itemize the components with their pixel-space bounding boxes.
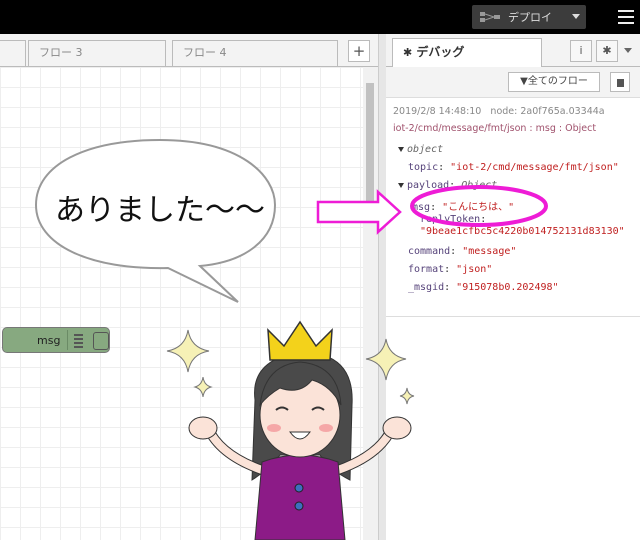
reply-value: "9beae1cfbc5c4220b014752131d83130" (420, 226, 625, 237)
command-key: command (408, 246, 451, 257)
speech-text: ありました～～ (55, 193, 265, 228)
topic-key: topic (408, 162, 439, 173)
debug-toolbar: ▼全てのフロー (386, 67, 640, 98)
tree-row-msgid: _msgid: "915078b0.202498" (408, 282, 559, 293)
topic-value: "iot-2/cmd/message/fmt/json" (450, 162, 619, 173)
tree-row-msg: msg: "こんにちは、" (412, 202, 515, 213)
chevron-down-icon[interactable] (624, 48, 632, 53)
debug-tab-button[interactable]: ✱ (596, 40, 618, 62)
trash-icon (617, 79, 624, 87)
msg-value: "こんにちは、" (442, 202, 515, 213)
hamburger-menu-icon[interactable] (618, 10, 634, 24)
payload-type: Object (461, 180, 498, 191)
node-label: msg (37, 334, 61, 347)
tab-previous[interactable] (0, 40, 26, 66)
tree-row-reply-value: "9beae1cfbc5c4220b014752131d83130" (420, 226, 625, 237)
info-tab-button[interactable]: i (570, 40, 592, 62)
format-value: "json" (456, 264, 493, 275)
msgid-key: _msgid (408, 282, 445, 293)
bug-icon: ✱ (403, 46, 413, 59)
tree-row-reply: replyToken: (420, 214, 487, 225)
chevron-down-icon[interactable] (572, 14, 580, 19)
filter-icon: ▼ (520, 76, 528, 87)
message-timestamp: 2019/2/8 14:48:10 (393, 106, 482, 117)
canvas-scrollbar[interactable] (363, 67, 378, 540)
add-tab-button[interactable]: + (348, 40, 370, 62)
message-meta: 2019/2/8 14:48:10 node: 2a0f765a.03344a (393, 106, 605, 117)
expand-icon[interactable] (398, 182, 404, 188)
debug-sidebar: ✱ デバッグ i ✱ ▼全てのフロー 2019/2/8 14:48:10 nod… (386, 34, 640, 540)
workspace-tab-bar: フロー 3 フロー 4 (0, 34, 378, 67)
expand-icon[interactable] (398, 146, 404, 152)
reply-key: replyToken (420, 214, 481, 225)
tab-flow-3[interactable]: フロー 3 (28, 40, 166, 66)
message-node-id[interactable]: node: 2a0f765a.03344a (490, 106, 604, 117)
deploy-icon (480, 12, 500, 22)
tree-row-format: format: "json" (408, 264, 493, 275)
deploy-button[interactable]: デプロイ (472, 5, 586, 29)
deploy-label: デプロイ (508, 11, 552, 24)
msg-key: msg (412, 202, 431, 213)
message-topic-path: iot-2/cmd/message/fmt/json : msg : Objec… (393, 123, 597, 134)
tree-root-label: object (407, 144, 444, 155)
format-key: format (408, 264, 445, 275)
tab-flow-4[interactable]: フロー 4 (172, 40, 338, 66)
header-bar: デプロイ (0, 0, 640, 34)
bug-icon: ✱ (602, 44, 612, 57)
command-value: "message" (462, 246, 517, 257)
payload-key: payload (407, 180, 450, 191)
filter-flows-button[interactable]: ▼全てのフロー (508, 72, 600, 92)
tree-row-payload[interactable]: payload: Object (398, 180, 497, 191)
tree-row-command: command: "message" (408, 246, 517, 257)
tree-root[interactable]: object (398, 144, 443, 155)
tree-row-topic: topic: "iot-2/cmd/message/fmt/json" (408, 162, 619, 173)
flow-canvas[interactable] (0, 67, 363, 540)
msgid-value: "915078b0.202498" (456, 282, 559, 293)
tab-debug-label: デバッグ (416, 45, 465, 59)
debug-node[interactable]: msg (2, 327, 110, 353)
clear-log-button[interactable] (610, 72, 630, 92)
sidebar-separator[interactable] (378, 34, 386, 540)
debug-toggle-button[interactable] (93, 332, 109, 350)
filter-label: 全てのフロー (527, 76, 588, 87)
tab-debug[interactable]: ✱ デバッグ (392, 38, 542, 67)
debug-list-icon (67, 330, 88, 350)
sidebar-tab-bar: ✱ デバッグ i ✱ (386, 34, 640, 67)
debug-message: 2019/2/8 14:48:10 node: 2a0f765a.03344a … (386, 98, 640, 317)
